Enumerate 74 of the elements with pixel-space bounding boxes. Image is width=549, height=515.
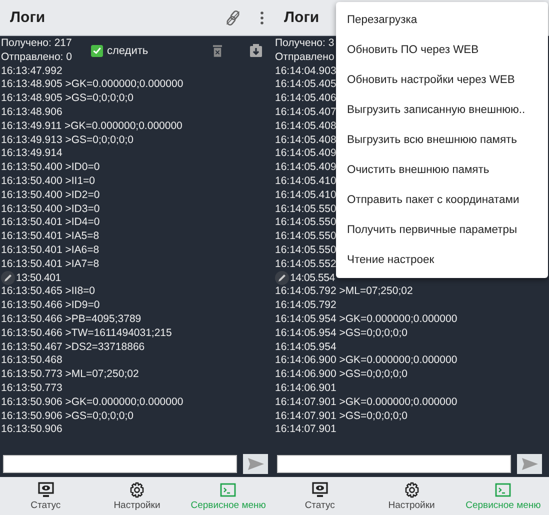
log-line: 16:14:05.409 bbox=[275, 161, 336, 175]
log-line: 16:14:05.408 bbox=[275, 120, 336, 134]
log-line: 16:14:07.901 >GK=0.000000;0.000000 bbox=[275, 396, 458, 410]
nav-tab[interactable]: Настройки bbox=[366, 477, 458, 515]
log-line: 16:13:50.466 >ID9=0 bbox=[1, 299, 100, 313]
screen-title: Логи bbox=[10, 9, 46, 26]
log-line: 16:14:06.901 bbox=[275, 382, 336, 396]
log-line: 16:13:50.906 >GS=0;0;0;0;0 bbox=[1, 410, 134, 424]
log-line: 16:14:05.550 bbox=[275, 244, 336, 258]
log-line: 13:50.401 bbox=[16, 272, 61, 286]
nav-tab[interactable]: Статус bbox=[0, 477, 92, 515]
log-line: 16:14:05.406 bbox=[275, 92, 336, 106]
screen-title: Логи bbox=[284, 9, 320, 26]
log-line: 16:14:07.901 >GS=0;0;0;0;0 bbox=[275, 410, 408, 424]
received-count: Получено: 217 bbox=[1, 37, 72, 51]
log-line: 16:13:50.400 >ID0=0 bbox=[1, 161, 100, 175]
log-line: 16:14:05.550 bbox=[275, 202, 336, 216]
log-line: 16:13:50.773 bbox=[1, 382, 62, 396]
log-line: 16:14:05.409 bbox=[275, 147, 336, 162]
log-line: 16:13:49.911 >GK=0.000000;0.000000 bbox=[1, 120, 182, 134]
menu-item[interactable]: Чтение настроек bbox=[336, 245, 548, 275]
menu-item[interactable]: Выгрузить записанную внешнюю.. bbox=[336, 95, 548, 125]
menu-item[interactable]: Выгрузить всю внешнюю память bbox=[336, 125, 548, 155]
log-line: 16:14:05.550 bbox=[275, 216, 336, 230]
log-line: 16:13:50.401 >IA5=8 bbox=[1, 230, 100, 244]
menu-item[interactable]: Обновить настройки через WEB bbox=[336, 65, 548, 95]
log-line: 16:14:05.954 >GK=0.000000;0.000000 bbox=[275, 312, 458, 327]
log-line: 16:14:05.954 >GS=0;0;0;0;0 bbox=[275, 326, 408, 341]
log-line: 16:14:05.407 bbox=[275, 106, 336, 120]
log-line: 16:13:50.400 >II1=0 bbox=[1, 174, 96, 189]
log-line: 16:14:05.410 bbox=[275, 188, 336, 203]
log-line: 16:13:48.905 >GS=0;0;0;0;0 bbox=[1, 92, 134, 106]
log-line: 16:13:50.468 bbox=[1, 354, 62, 368]
log-line: 16:13:50.906 >GK=0.000000;0.000000 bbox=[1, 396, 184, 410]
menu-item[interactable]: Перезагрузка bbox=[336, 5, 548, 35]
menu-item[interactable]: Отправить пакет с координатами bbox=[336, 185, 548, 215]
log-line: 16:13:48.906 bbox=[1, 106, 62, 120]
log-line: 16:14:05.550 bbox=[275, 230, 336, 244]
log-line: 16:13:50.401 >IA6=8 bbox=[1, 244, 100, 258]
sent-count: Отправлено: 0 bbox=[1, 50, 72, 65]
nav-tab[interactable]: Настройки bbox=[91, 477, 183, 515]
log-line: 16:13:47.992 bbox=[1, 64, 62, 78]
log-line: 16:13:50.467 >DS2=33718866 bbox=[1, 340, 145, 354]
log-line: 16:14:06.900 >GK=0.000000;0.000000 bbox=[275, 354, 458, 368]
log-line: 16:13:50.773 >ML=07;250;02 bbox=[1, 368, 139, 382]
log-line: 16:13:49.914 bbox=[1, 147, 62, 162]
log-line: 16:13:50.401 >IA7=8 bbox=[1, 258, 100, 272]
menu-item[interactable]: Очистить внешнюю память bbox=[336, 155, 548, 185]
log-line: 16:14:05.408 bbox=[275, 134, 336, 148]
log-line: 16:13:50.400 >ID2=0 bbox=[1, 188, 100, 203]
follow-label: следить bbox=[107, 44, 148, 57]
log-line: 16:13:50.906 bbox=[1, 423, 62, 438]
log-line: 16:14:06.900 >GS=0;0;0;0;0 bbox=[275, 368, 408, 382]
log-line: 16:14:05.405 bbox=[275, 78, 336, 92]
nav-tab[interactable]: Статус bbox=[274, 477, 366, 515]
log-line: 16:13:48.905 >GK=0.000000;0.000000 bbox=[1, 78, 184, 92]
log-line: 16:13:50.465 >II8=0 bbox=[1, 285, 96, 300]
log-line: 16:14:05.792 bbox=[275, 299, 336, 313]
log-line: 14:05.554 bbox=[290, 272, 335, 286]
sent-count: Отправлено bbox=[275, 50, 334, 65]
log-line: 16:14:05.954 bbox=[275, 340, 336, 354]
menu-item[interactable]: Обновить ПО через WEB bbox=[336, 35, 548, 65]
log-line: 16:14:05.552 bbox=[275, 258, 336, 272]
log-line: 16:13:50.466 >PB=4095;3789 bbox=[1, 312, 142, 327]
log-line: 16:13:50.400 >ID3=0 bbox=[1, 202, 100, 216]
menu-item[interactable]: Получить первичные параметры bbox=[336, 215, 548, 245]
log-line: 16:14:05.410 bbox=[275, 174, 336, 189]
log-line: 16:13:50.466 >TW=1611494031;215 bbox=[1, 326, 172, 341]
log-line: 16:13:50.401 >ID4=0 bbox=[1, 216, 100, 230]
log-line: 16:14:07.901 bbox=[275, 423, 336, 438]
log-line: 16:14:05.792 >ML=07;250;02 bbox=[275, 285, 413, 300]
log-line: 16:14:04.903 bbox=[275, 64, 336, 78]
received-count: Получено: 3 bbox=[275, 37, 334, 51]
log-line: 16:13:49.913 >GS=0;0;0;0;0 bbox=[1, 134, 134, 148]
